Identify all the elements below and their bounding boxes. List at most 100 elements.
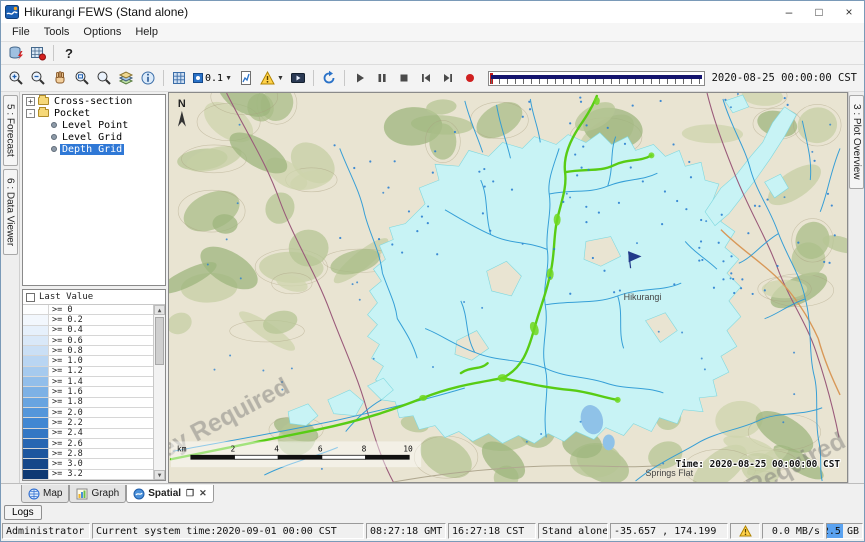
legend-label: >= 2.0 [49, 408, 83, 417]
stop-button[interactable] [393, 68, 415, 88]
tree-item[interactable]: Depth Grid [23, 143, 165, 155]
legend-row: >= 3.0 [23, 459, 153, 469]
scale-tick: 8 [362, 444, 367, 453]
main-area: 5 : Forecast 6 : Data Viewer + Cross-sect… [1, 92, 864, 483]
info-button[interactable] [137, 68, 159, 88]
tab-plot-overview[interactable]: 3 : Plot Overview [849, 95, 864, 189]
legend-label: >= 1.6 [49, 387, 83, 396]
interval-icon [193, 73, 203, 83]
map-viewport[interactable]: API Key Required API Key Required Hikura… [168, 92, 848, 483]
legend-swatch [23, 346, 49, 355]
legend-header: Last Value [23, 290, 165, 305]
tree-item[interactable]: Level Point [23, 119, 165, 131]
legend-swatch [23, 459, 49, 468]
legend-row: >= 0 [23, 305, 153, 315]
main-toolbar: ? [1, 42, 864, 65]
tab-graph[interactable]: Graph [69, 485, 126, 503]
zoom-extent-button[interactable] [93, 68, 115, 88]
pan-hand-icon [52, 70, 68, 86]
legend-row: >= 2.8 [23, 449, 153, 459]
tree-item[interactable]: -Pocket [23, 107, 165, 119]
time-slider[interactable] [488, 71, 705, 86]
tab-data-viewer[interactable]: 6 : Data Viewer [3, 169, 18, 255]
legend-scrollbar[interactable]: ▲ ▼ [154, 305, 165, 480]
tree-item-label: Level Grid [60, 132, 124, 143]
close-tab-icon[interactable]: ✕ [199, 488, 207, 499]
zoom-region-button[interactable] [71, 68, 93, 88]
chevron-down-icon: ▼ [225, 75, 232, 82]
menu-help[interactable]: Help [128, 24, 165, 40]
menu-bar: File Tools Options Help [1, 23, 864, 42]
tab-map-label: Map [43, 488, 62, 499]
play-button[interactable] [349, 68, 371, 88]
tree-item-label: Cross-section [52, 96, 134, 107]
window-title: Hikurangi FEWS (Stand alone) [24, 5, 774, 19]
animation-display-button[interactable] [287, 68, 309, 88]
toolbar-separator [313, 70, 314, 86]
record-button[interactable] [459, 68, 481, 88]
folder-icon [38, 97, 49, 105]
info-icon [140, 70, 156, 86]
title-bar: Hikurangi FEWS (Stand alone) – □ × [1, 1, 864, 23]
legend-label: >= 0.6 [49, 336, 83, 345]
close-button[interactable]: × [834, 1, 864, 23]
warning-icon [260, 71, 275, 85]
tab-spatial[interactable]: Spatial ❒ ✕ [126, 485, 213, 503]
grid-toggle-button[interactable] [168, 68, 190, 88]
legend-row: >= 1.0 [23, 356, 153, 366]
tree-item[interactable]: Level Grid [23, 131, 165, 143]
tab-map[interactable]: Map [21, 485, 69, 503]
pause-button[interactable] [371, 68, 393, 88]
pan-button[interactable] [49, 68, 71, 88]
float-panel-icon[interactable]: ❒ [186, 488, 194, 499]
grid-display-button[interactable] [27, 43, 49, 63]
skip-end-button[interactable] [437, 68, 459, 88]
legend-swatch [23, 305, 49, 314]
node-icon [51, 134, 57, 140]
minimize-button[interactable]: – [774, 1, 804, 23]
tab-forecast[interactable]: 5 : Forecast [3, 95, 18, 166]
record-icon [463, 71, 477, 85]
chevron-down-icon: ▼ [277, 75, 284, 82]
legend-swatch [23, 398, 49, 407]
grid-red-dot-icon [30, 45, 46, 61]
warnings-combo[interactable]: ▼ [257, 68, 287, 88]
help-button[interactable]: ? [58, 43, 80, 63]
maximize-button[interactable]: □ [804, 1, 834, 23]
legend-swatch [23, 356, 49, 365]
status-bar: Administrator Current system time:2020-0… [1, 522, 864, 541]
pause-icon [375, 71, 389, 85]
tree-expander[interactable]: + [26, 97, 35, 106]
scroll-up-icon[interactable]: ▲ [154, 305, 165, 315]
profile-button[interactable] [235, 68, 257, 88]
logs-button[interactable]: Logs [4, 505, 42, 520]
bottom-tab-bar: Map Graph Spatial ❒ ✕ [1, 483, 864, 503]
contour-interval-combo[interactable]: 0.1 ▼ [190, 68, 235, 88]
zoom-extent-icon [96, 70, 112, 86]
layers-button[interactable] [115, 68, 137, 88]
zoom-in-button[interactable] [5, 68, 27, 88]
legend-row: >= 1.4 [23, 377, 153, 387]
legend-row: >= 0.2 [23, 315, 153, 325]
status-coordinates: -35.657 , 174.199 [610, 523, 728, 539]
zoom-out-icon [30, 70, 46, 86]
skip-start-button[interactable] [415, 68, 437, 88]
play-icon [353, 71, 367, 85]
tree-expander[interactable]: - [26, 109, 35, 118]
tree-item[interactable]: + Cross-section [23, 95, 165, 107]
menu-options[interactable]: Options [76, 24, 128, 40]
app-icon [5, 5, 19, 19]
import-data-button[interactable] [5, 43, 27, 63]
status-mode: Stand alone [538, 523, 608, 539]
zoom-out-button[interactable] [27, 68, 49, 88]
last-value-checkbox[interactable] [26, 293, 35, 302]
legend-row: >= 1.2 [23, 367, 153, 377]
scroll-thumb[interactable] [155, 317, 164, 365]
spatial-icon [133, 488, 145, 500]
scroll-down-icon[interactable]: ▼ [154, 470, 165, 480]
refresh-button[interactable] [318, 68, 340, 88]
tab-graph-label: Graph [91, 488, 119, 499]
menu-file[interactable]: File [5, 24, 37, 40]
menu-tools[interactable]: Tools [37, 24, 77, 40]
tree-expander-spacer [39, 133, 48, 142]
